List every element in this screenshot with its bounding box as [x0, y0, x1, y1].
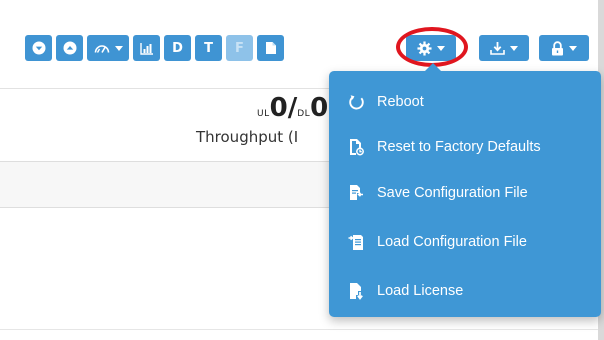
ul-value: 0/: [269, 93, 298, 123]
lock-icon: [551, 40, 564, 56]
file-load-icon: [347, 233, 365, 251]
menu-item-save-configuration-file[interactable]: Save Configuration File: [329, 178, 601, 208]
menu-item-load-configuration-file[interactable]: Load Configuration File: [329, 227, 601, 257]
ul-label: UL: [257, 109, 270, 119]
d-button-label: D: [172, 40, 183, 56]
dl-value: 0: [310, 93, 329, 123]
speedometer-dropdown-button[interactable]: [87, 35, 129, 61]
f-button[interactable]: F: [226, 35, 253, 61]
dl-label: DL: [297, 109, 311, 119]
chevron-up-circle-icon: [63, 41, 77, 55]
chevron-down-icon: [437, 45, 445, 51]
menu-item-label: Load Configuration File: [377, 234, 527, 250]
menu-item-label: Reset to Factory Defaults: [377, 139, 541, 155]
gear-icon: [417, 40, 432, 56]
menu-item-reboot[interactable]: Reboot: [329, 87, 601, 117]
menu-item-label: Load License: [377, 283, 464, 299]
refresh-icon: [347, 93, 365, 111]
ul-dl-readout: UL0/DL0: [257, 93, 328, 123]
down-circle-button[interactable]: [25, 35, 52, 61]
f-button-label: F: [235, 40, 244, 56]
t-button-label: T: [204, 40, 213, 56]
file-save-icon: [347, 184, 365, 202]
settings-dropdown-button[interactable]: [406, 35, 456, 61]
chevron-down-icon: [569, 45, 577, 51]
chevron-down-icon: [510, 45, 518, 51]
file-download-icon: [347, 282, 365, 300]
file-button[interactable]: [257, 35, 284, 61]
up-circle-button[interactable]: [56, 35, 83, 61]
chevron-down-icon: [114, 45, 123, 51]
menu-item-label: Save Configuration File: [377, 185, 528, 201]
download-icon: [490, 41, 505, 55]
file-icon: [265, 41, 277, 55]
lock-dropdown-button[interactable]: [539, 35, 589, 61]
menu-item-reset-factory-defaults[interactable]: Reset to Factory Defaults: [329, 132, 601, 162]
download-dropdown-button[interactable]: [479, 35, 529, 61]
bar-chart-button[interactable]: [133, 35, 160, 61]
chevron-down-circle-icon: [32, 41, 46, 55]
bar-chart-icon: [139, 42, 154, 55]
divider: [0, 329, 598, 330]
t-button[interactable]: T: [195, 35, 222, 61]
settings-dropdown-menu: Reboot Reset to Factory Defaults Save Co…: [329, 63, 601, 317]
menu-item-label: Reboot: [377, 94, 424, 110]
d-button[interactable]: D: [164, 35, 191, 61]
menu-item-load-license[interactable]: Load License: [329, 276, 601, 306]
throughput-label: Throughput (I: [196, 128, 299, 146]
file-reset-icon: [347, 138, 365, 156]
dropdown-notch: [425, 63, 441, 71]
speedometer-icon: [94, 42, 110, 54]
